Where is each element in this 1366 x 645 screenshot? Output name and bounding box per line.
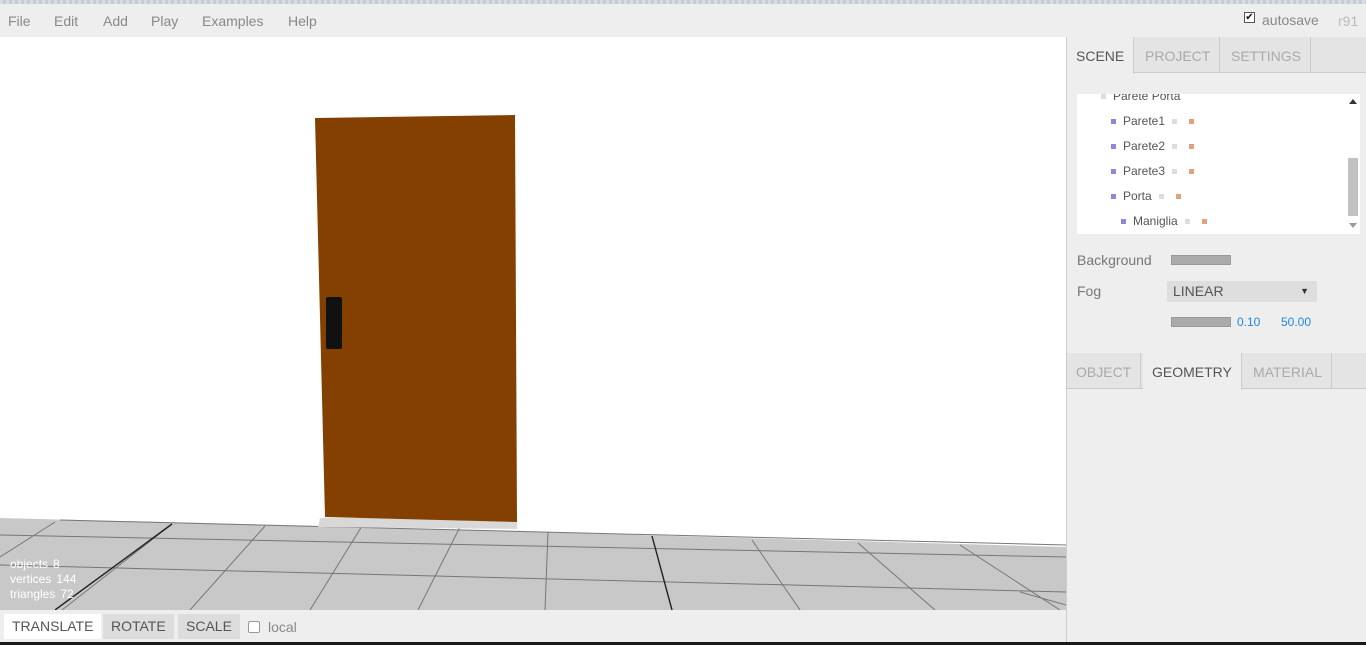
object-marker-icon (1111, 193, 1116, 199)
door (315, 115, 517, 522)
object-marker-icon (1111, 118, 1116, 124)
material-marker-icon (1201, 218, 1207, 224)
fog-far-input[interactable]: 50.00 (1281, 315, 1311, 329)
tab-scene[interactable]: SCENE (1067, 37, 1135, 74)
geometry-marker-icon (1158, 193, 1164, 199)
tab-project[interactable]: PROJECT (1136, 37, 1221, 73)
outliner-scrollbar[interactable] (1346, 94, 1360, 234)
tab-material[interactable]: MATERIAL (1244, 353, 1332, 389)
material-marker-icon (1175, 193, 1181, 199)
scroll-thumb[interactable] (1348, 158, 1358, 216)
sidebar-bottom-tabs: OBJECT GEOMETRY MATERIAL (1067, 353, 1366, 390)
autosave-checkbox[interactable]: ✔ (1244, 11, 1255, 23)
geometry-marker-icon (1172, 143, 1178, 149)
local-label: local (268, 619, 297, 635)
local-toggle[interactable]: local (248, 619, 297, 635)
stat-triangles: triangles 72 (10, 587, 74, 601)
tab-object[interactable]: OBJECT (1067, 353, 1142, 389)
scene-render (0, 115, 1066, 610)
object-marker-icon (1101, 94, 1106, 99)
stat-vertices: vertices 144 (10, 572, 77, 586)
translate-button[interactable]: TRANSLATE (4, 614, 102, 639)
revision-label: r91 (1338, 13, 1359, 29)
fog-color-swatch[interactable] (1171, 317, 1231, 327)
object-marker-icon (1121, 218, 1126, 224)
tab-geometry[interactable]: GEOMETRY (1143, 353, 1242, 390)
fog-label: Fog (1077, 283, 1102, 299)
scroll-down-arrow-icon[interactable] (1349, 223, 1357, 228)
outliner-item-parete3[interactable]: Parete3 (1111, 161, 1201, 181)
geometry-marker-icon (1172, 118, 1178, 124)
sidebar-top-tabs: SCENE PROJECT SETTINGS (1067, 37, 1366, 74)
render-stats: objects 8 vertices 144 triangles 72 (10, 557, 76, 602)
sidebar: SCENE PROJECT SETTINGS Parete Porta Pare… (1066, 37, 1366, 642)
fog-type-select[interactable]: LINEAR ▼ (1167, 281, 1317, 302)
geometry-marker-icon (1184, 218, 1190, 224)
autosave-label: autosave (1262, 12, 1319, 28)
autosave-toggle[interactable]: ✔ autosave (1244, 11, 1319, 28)
fog-near-input[interactable]: 0.10 (1237, 315, 1260, 329)
rotate-button[interactable]: ROTATE (103, 614, 174, 639)
outliner-item-parete-porta[interactable]: Parete Porta (1101, 94, 1180, 106)
stat-objects: objects 8 (10, 557, 60, 571)
menu-add[interactable]: Add (103, 13, 128, 29)
3d-viewport[interactable]: objects 8 vertices 144 triangles 72 (0, 37, 1066, 610)
outliner-item-parete1[interactable]: Parete1 (1111, 111, 1201, 131)
outliner-item-porta[interactable]: Porta (1111, 186, 1188, 206)
menu-edit[interactable]: Edit (54, 13, 78, 29)
menubar: File Edit Add Play Examples Help ✔ autos… (0, 4, 1366, 37)
local-checkbox[interactable] (248, 621, 260, 633)
geometry-marker-icon (1172, 168, 1178, 174)
scale-button[interactable]: SCALE (178, 614, 240, 639)
background-label: Background (1077, 252, 1152, 268)
outliner-item-parete2[interactable]: Parete2 (1111, 136, 1201, 156)
menu-play[interactable]: Play (151, 13, 178, 29)
door-handle (326, 297, 342, 349)
menu-examples[interactable]: Examples (202, 13, 263, 29)
menu-help[interactable]: Help (288, 13, 317, 29)
material-marker-icon (1189, 143, 1195, 149)
object-marker-icon (1111, 143, 1116, 149)
menu-file[interactable]: File (8, 13, 31, 29)
tab-settings[interactable]: SETTINGS (1222, 37, 1312, 73)
scene-outliner[interactable]: Parete Porta Parete1 Parete2 Parete3 Por… (1077, 94, 1360, 234)
background-color-swatch[interactable] (1171, 255, 1231, 265)
material-marker-icon (1189, 168, 1195, 174)
transform-toolbar: TRANSLATE ROTATE SCALE local (0, 610, 1066, 642)
object-marker-icon (1111, 168, 1116, 174)
scroll-up-arrow-icon[interactable] (1349, 99, 1357, 104)
outliner-item-maniglia[interactable]: Maniglia (1121, 211, 1214, 231)
dropdown-arrow-icon: ▼ (1300, 286, 1309, 296)
material-marker-icon (1189, 118, 1195, 124)
